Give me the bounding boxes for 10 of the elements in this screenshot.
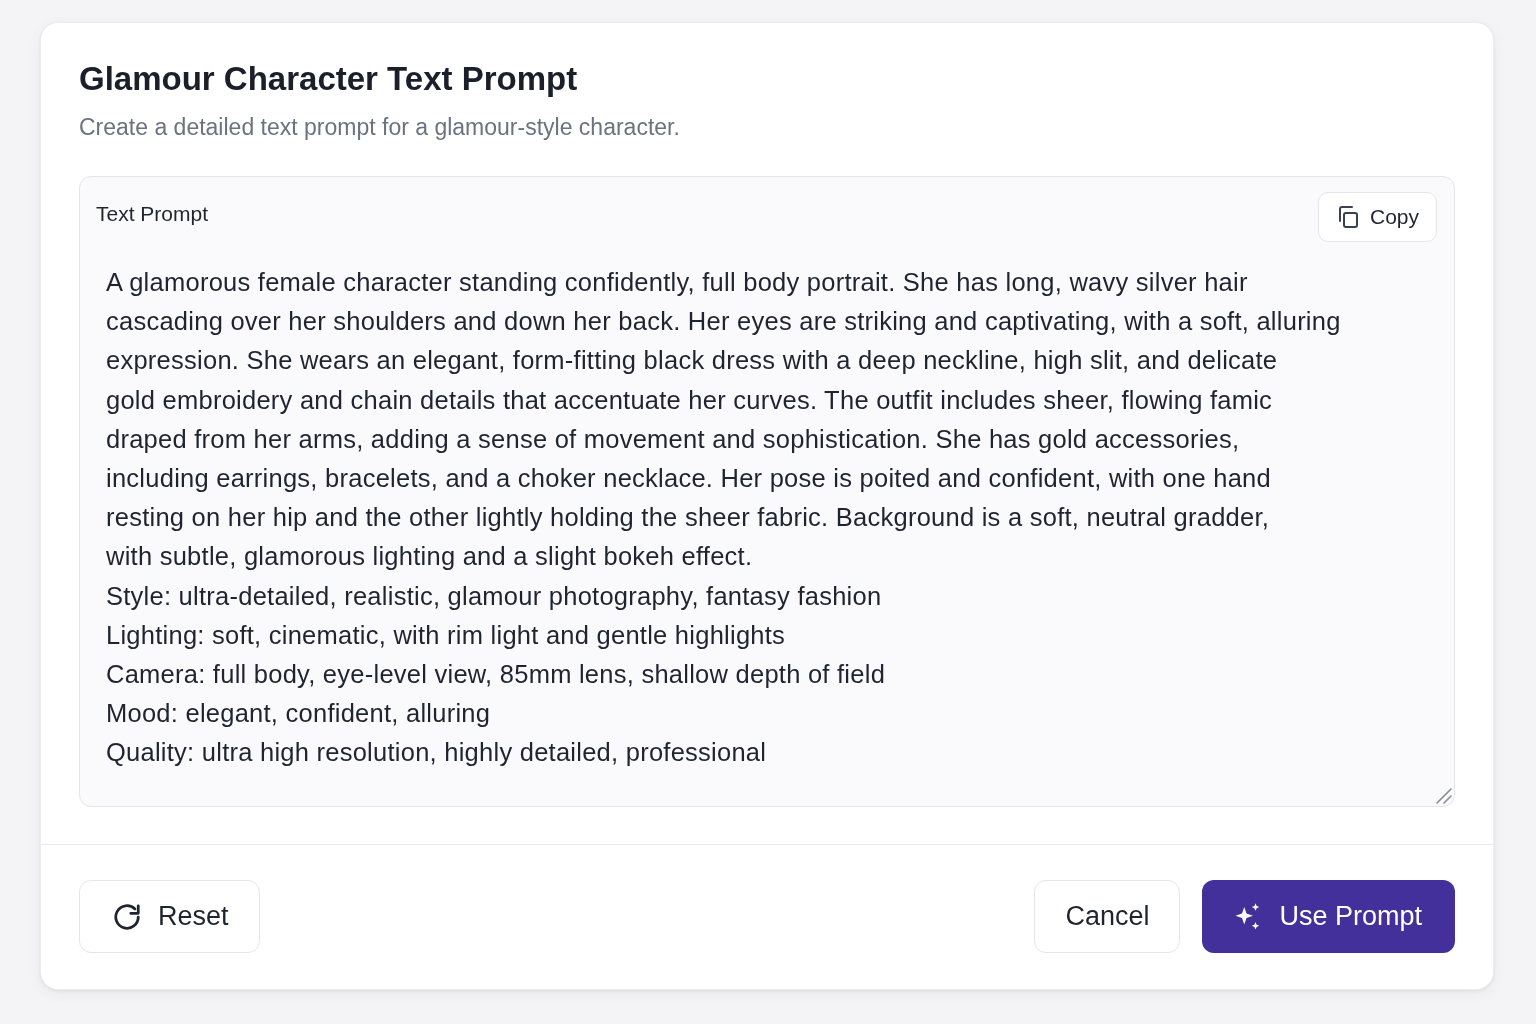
resize-handle-icon[interactable] <box>1436 788 1452 804</box>
field-label: Text Prompt <box>96 202 209 226</box>
copy-button[interactable]: Copy <box>1317 192 1437 242</box>
cancel-button[interactable]: Cancel <box>1034 880 1181 953</box>
refresh-icon <box>112 901 142 932</box>
prompt-textarea[interactable]: A glamorous female character standing confidently, full body portrait. She has long, wavy silver hair cascading over her shoulders and down her back. Her eyes are striking and captivating, with a soft, alluring expression. She wears an elegant, form-fitting black dress with a deep neckline, high slit, and delicate gold embroidery and chain details that accentuate her curves. The outfit includes sheer, flowing famic draped from her arms, adding a sense of movement and sophistication. She has gold accessories, including earrings, bracelets, and a choker necklace. Her pose is poited and confident, with one hand resting on her hip and the other lightly holding the sheer fabric. Background is a soft, neutral gradder, with subtle, glamorous lighting and a slight bokeh effect. Style: ultra-detailed, realistic, glamour photography, fantasy fashion Lighting: soft, cinematic, with rim light and gentle highlights Camera: full body, eye-level view, 85mm lens, shallow depth of field Mood: elegant, confident, alluring Quality: ultra high resolution, highly detailed, professional <box>96 256 1448 800</box>
reset-button[interactable]: Reset <box>79 880 260 953</box>
use-prompt-button[interactable]: Use Prompt <box>1202 880 1455 953</box>
dialog-title: Glamour Character Text Prompt <box>79 59 578 99</box>
dialog-subtitle: Create a detailed text prompt for a glamour-style character. <box>79 113 680 142</box>
